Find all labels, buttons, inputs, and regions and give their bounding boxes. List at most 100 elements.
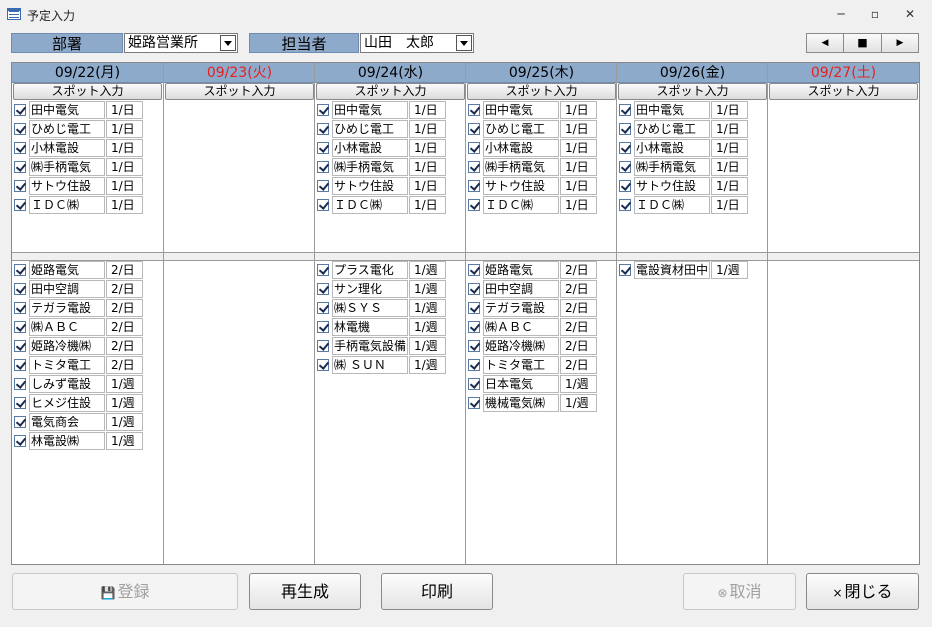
visit-checkbox[interactable] bbox=[619, 199, 631, 211]
spot-input-button[interactable]: スポット入力 bbox=[13, 83, 162, 100]
visit-checkbox[interactable] bbox=[317, 180, 329, 192]
visit-checkbox[interactable] bbox=[317, 123, 329, 135]
customer-name[interactable]: 田中電気 bbox=[483, 101, 559, 119]
visit-checkbox[interactable] bbox=[14, 378, 26, 390]
customer-name[interactable]: ＩＤＣ㈱ bbox=[483, 196, 559, 214]
visit-frequency[interactable]: 1/日 bbox=[409, 177, 446, 195]
customer-name[interactable]: 小林電設 bbox=[634, 139, 710, 157]
customer-name[interactable]: ㈱手柄電気 bbox=[29, 158, 105, 176]
visit-frequency[interactable]: 1/週 bbox=[409, 356, 446, 374]
visit-checkbox[interactable] bbox=[317, 283, 329, 295]
visit-checkbox[interactable] bbox=[317, 359, 329, 371]
visit-checkbox[interactable] bbox=[14, 397, 26, 409]
minimize-button[interactable]: ─ bbox=[828, 4, 854, 24]
customer-name[interactable]: ひめじ電工 bbox=[634, 120, 710, 138]
visit-frequency[interactable]: 1/日 bbox=[560, 196, 597, 214]
visit-checkbox[interactable] bbox=[14, 359, 26, 371]
regenerate-button[interactable]: 再生成 bbox=[249, 573, 361, 610]
visit-frequency[interactable]: 1/日 bbox=[409, 139, 446, 157]
visit-checkbox[interactable] bbox=[14, 264, 26, 276]
spot-input-button[interactable]: スポット入力 bbox=[618, 83, 767, 100]
visit-checkbox[interactable] bbox=[468, 180, 480, 192]
visit-frequency[interactable]: 1/日 bbox=[711, 177, 748, 195]
dept-combo[interactable]: 姫路営業所 bbox=[124, 33, 238, 53]
customer-name[interactable]: 姫路電気 bbox=[483, 261, 559, 279]
customer-name[interactable]: トミタ電工 bbox=[483, 356, 559, 374]
customer-name[interactable]: ＩＤＣ㈱ bbox=[29, 196, 105, 214]
customer-name[interactable]: ひめじ電工 bbox=[332, 120, 408, 138]
customer-name[interactable]: ＩＤＣ㈱ bbox=[634, 196, 710, 214]
visit-checkbox[interactable] bbox=[14, 104, 26, 116]
customer-name[interactable]: 姫路冷機㈱ bbox=[29, 337, 105, 355]
customer-name[interactable]: しみず電設 bbox=[29, 375, 105, 393]
visit-frequency[interactable]: 1/日 bbox=[560, 177, 597, 195]
customer-name[interactable]: ㈱手柄電気 bbox=[634, 158, 710, 176]
visit-frequency[interactable]: 1/日 bbox=[711, 120, 748, 138]
visit-checkbox[interactable] bbox=[619, 142, 631, 154]
register-button[interactable]: 💾 登録 bbox=[12, 573, 238, 610]
visit-checkbox[interactable] bbox=[14, 283, 26, 295]
visit-frequency[interactable]: 1/週 bbox=[560, 394, 597, 412]
visit-frequency[interactable]: 2/日 bbox=[106, 299, 143, 317]
visit-frequency[interactable]: 1/日 bbox=[409, 101, 446, 119]
visit-frequency[interactable]: 1/日 bbox=[106, 120, 143, 138]
visit-frequency[interactable]: 2/日 bbox=[106, 356, 143, 374]
visit-checkbox[interactable] bbox=[317, 104, 329, 116]
visit-frequency[interactable]: 1/週 bbox=[106, 413, 143, 431]
customer-name[interactable]: サトウ住設 bbox=[332, 177, 408, 195]
visit-frequency[interactable]: 1/日 bbox=[409, 196, 446, 214]
customer-name[interactable]: トミタ電工 bbox=[29, 356, 105, 374]
visit-checkbox[interactable] bbox=[14, 302, 26, 314]
customer-name[interactable]: 電設資材田中 bbox=[634, 261, 710, 279]
visit-checkbox[interactable] bbox=[468, 283, 480, 295]
customer-name[interactable]: テガラ電設 bbox=[29, 299, 105, 317]
visit-frequency[interactable]: 1/日 bbox=[711, 139, 748, 157]
customer-name[interactable]: サトウ住設 bbox=[634, 177, 710, 195]
visit-frequency[interactable]: 1/週 bbox=[409, 318, 446, 336]
visit-checkbox[interactable] bbox=[468, 378, 480, 390]
cancel-button[interactable]: ⊗ 取消 bbox=[683, 573, 796, 610]
visit-checkbox[interactable] bbox=[619, 180, 631, 192]
visit-checkbox[interactable] bbox=[317, 199, 329, 211]
customer-name[interactable]: テガラ電設 bbox=[483, 299, 559, 317]
visit-checkbox[interactable] bbox=[317, 142, 329, 154]
customer-name[interactable]: サトウ住設 bbox=[29, 177, 105, 195]
customer-name[interactable]: 姫路電気 bbox=[29, 261, 105, 279]
next-week-button[interactable]: ▶ bbox=[882, 34, 918, 52]
visit-checkbox[interactable] bbox=[619, 161, 631, 173]
visit-checkbox[interactable] bbox=[468, 264, 480, 276]
customer-name[interactable]: 小林電設 bbox=[332, 139, 408, 157]
visit-checkbox[interactable] bbox=[468, 321, 480, 333]
visit-frequency[interactable]: 1/週 bbox=[409, 261, 446, 279]
visit-frequency[interactable]: 1/日 bbox=[106, 139, 143, 157]
spot-input-button[interactable]: スポット入力 bbox=[165, 83, 314, 100]
visit-frequency[interactable]: 1/週 bbox=[409, 337, 446, 355]
customer-name[interactable]: プラス電化 bbox=[332, 261, 408, 279]
prev-week-button[interactable]: ◀ bbox=[807, 34, 844, 52]
customer-name[interactable]: ㈱手柄電気 bbox=[483, 158, 559, 176]
customer-name[interactable]: 小林電設 bbox=[483, 139, 559, 157]
visit-checkbox[interactable] bbox=[468, 397, 480, 409]
visit-checkbox[interactable] bbox=[14, 199, 26, 211]
customer-name[interactable]: 田中電気 bbox=[29, 101, 105, 119]
customer-name[interactable]: 田中電気 bbox=[634, 101, 710, 119]
restore-button[interactable]: ▫ bbox=[862, 4, 888, 24]
spot-input-button[interactable]: スポット入力 bbox=[769, 83, 918, 100]
chevron-down-icon[interactable] bbox=[220, 35, 236, 51]
visit-frequency[interactable]: 2/日 bbox=[106, 337, 143, 355]
visit-checkbox[interactable] bbox=[468, 302, 480, 314]
visit-frequency[interactable]: 1/週 bbox=[106, 375, 143, 393]
customer-name[interactable]: ㈱ＡＢＣ bbox=[29, 318, 105, 336]
visit-frequency[interactable]: 1/週 bbox=[560, 375, 597, 393]
visit-checkbox[interactable] bbox=[14, 340, 26, 352]
visit-checkbox[interactable] bbox=[468, 161, 480, 173]
visit-frequency[interactable]: 2/日 bbox=[560, 337, 597, 355]
close-button[interactable]: × 閉じる bbox=[806, 573, 919, 610]
customer-name[interactable]: ひめじ電工 bbox=[29, 120, 105, 138]
chevron-down-icon[interactable] bbox=[456, 35, 472, 51]
visit-frequency[interactable]: 1/週 bbox=[106, 394, 143, 412]
visit-frequency[interactable]: 1/日 bbox=[106, 196, 143, 214]
visit-checkbox[interactable] bbox=[14, 180, 26, 192]
customer-name[interactable]: ㈱ＳＹＳ bbox=[332, 299, 408, 317]
visit-checkbox[interactable] bbox=[317, 264, 329, 276]
